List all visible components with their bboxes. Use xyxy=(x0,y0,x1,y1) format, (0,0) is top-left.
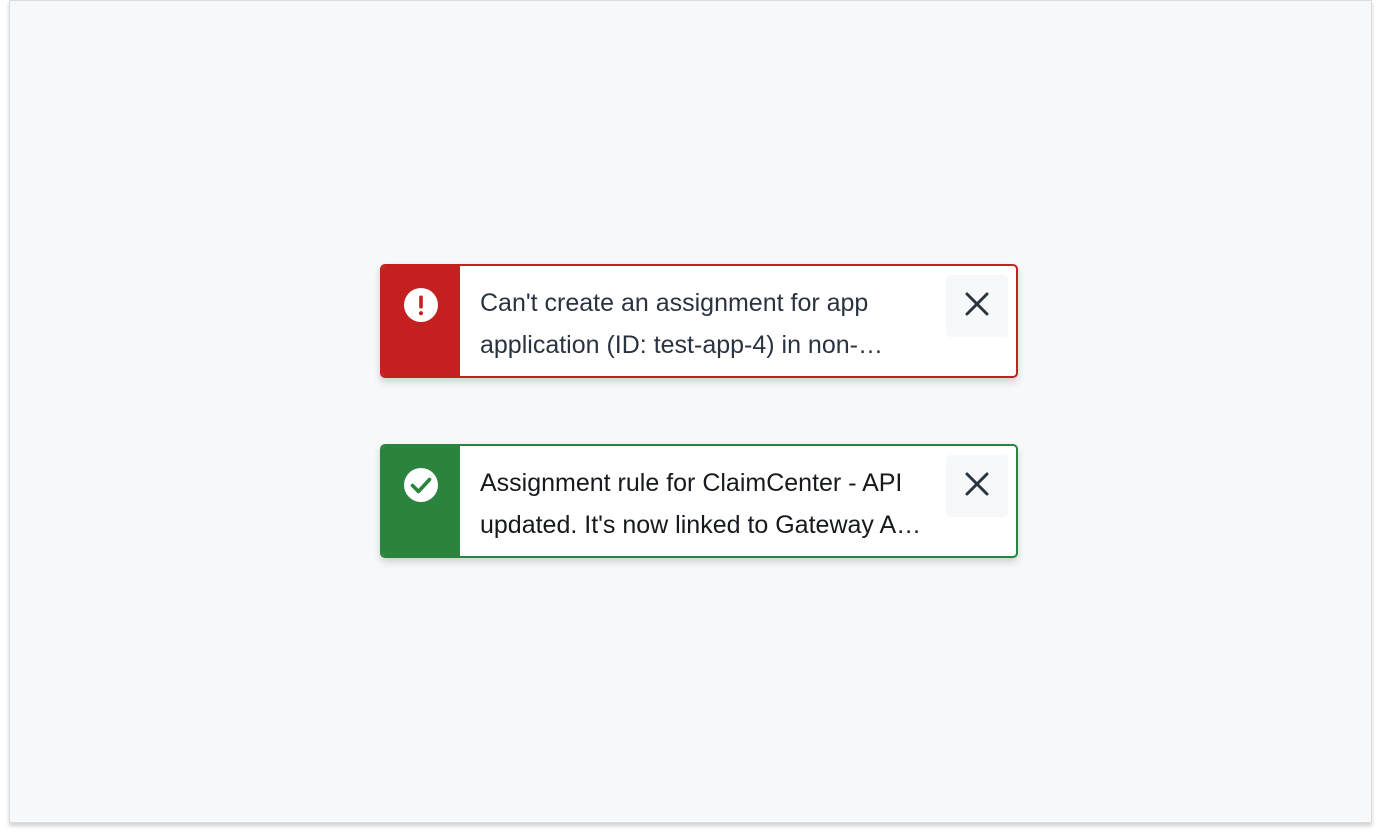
error-toast-message: Can't create an assignment for app appli… xyxy=(480,289,869,359)
close-icon xyxy=(964,291,990,322)
exclamation-circle-icon xyxy=(404,288,438,322)
error-toast-status-bar xyxy=(382,266,460,376)
success-toast: Assignment rule for ClaimCenter - API up… xyxy=(380,444,1018,558)
app-canvas: Can't create an assignment for app appli… xyxy=(9,0,1372,823)
error-toast-close-button[interactable] xyxy=(946,275,1008,337)
success-toast-message: Assignment rule for ClaimCenter - API up… xyxy=(480,469,920,539)
error-toast: Can't create an assignment for app appli… xyxy=(380,264,1018,378)
success-toast-close-button[interactable] xyxy=(946,455,1008,517)
check-circle-icon xyxy=(404,468,438,502)
success-toast-status-bar xyxy=(382,446,460,556)
close-icon xyxy=(964,471,990,502)
